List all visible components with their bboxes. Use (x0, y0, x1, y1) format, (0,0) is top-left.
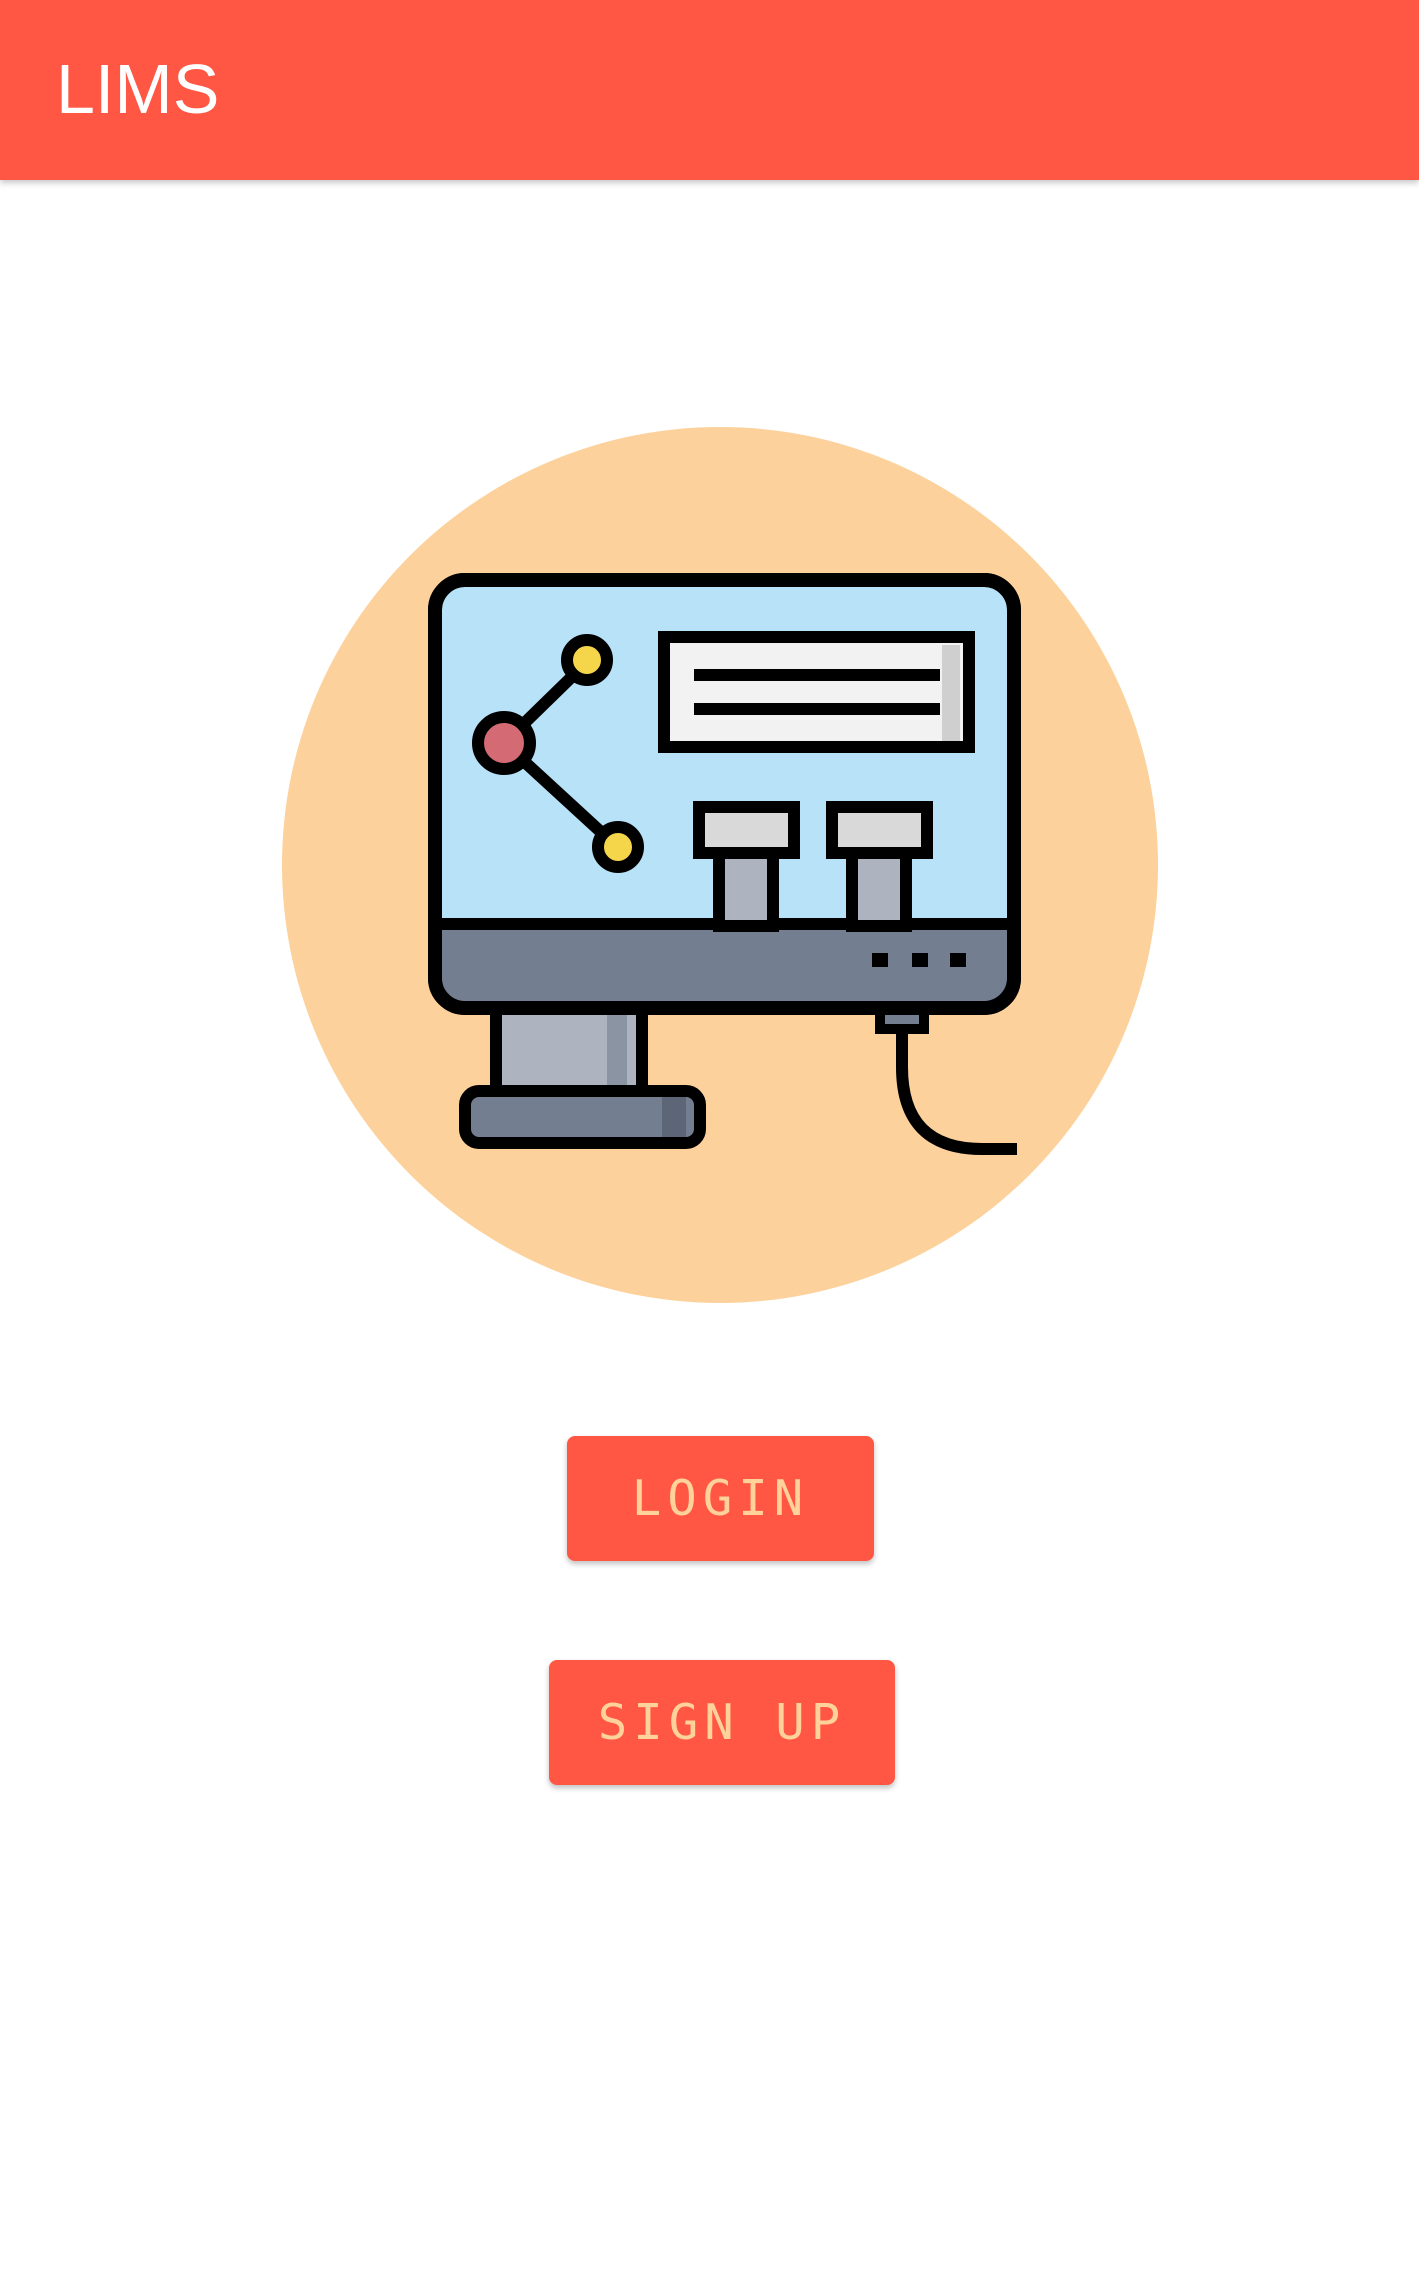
lab-computer-icon (282, 427, 1158, 1303)
app-bar: LIMS (0, 0, 1419, 180)
login-button[interactable]: LOGIN (567, 1436, 874, 1561)
sign-up-button[interactable]: SIGN UP (549, 1660, 895, 1785)
app-title: LIMS (56, 50, 220, 128)
hero-illustration (282, 427, 1158, 1303)
